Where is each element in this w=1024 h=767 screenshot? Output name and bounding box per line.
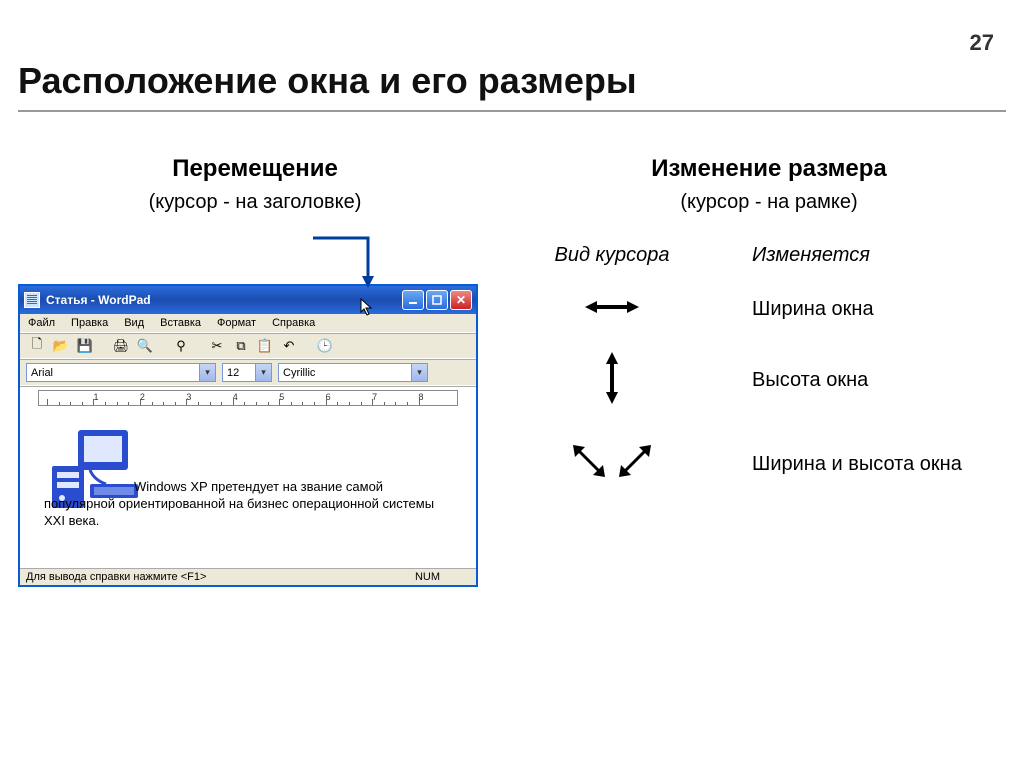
print-icon[interactable]: 🖨 [112,337,130,355]
wordpad-toolbar: 🗋 📂 💾 🖨 🔍 ⚲ ✂ ⧉ 📋 ↶ 🕒 [20,333,476,359]
wordpad-formatbar: Arial 12 Cyrillic [20,359,476,386]
size-select-value: 12 [227,367,239,379]
menu-insert[interactable]: Вставка [156,316,205,330]
cursor-row-height: Высота окна [532,352,1006,409]
find-icon[interactable]: ⚲ [172,337,190,355]
preview-icon[interactable]: 🔍 [136,337,154,355]
wordpad-title: Статья - WordPad [46,293,362,307]
cursor-label-height: Высота окна [752,369,868,392]
title-underline [18,110,1006,112]
arrow-annotation [310,236,380,291]
left-sub: (курсор - на заголовке) [18,191,492,214]
close-button[interactable]: ✕ [450,290,472,310]
wordpad-app-icon [24,292,40,308]
maximize-button[interactable] [426,290,448,310]
menu-file[interactable]: Файл [24,316,59,330]
menu-help[interactable]: Справка [268,316,319,330]
copy-icon[interactable]: ⧉ [232,337,250,355]
charset-select[interactable]: Cyrillic [278,363,428,382]
datetime-icon[interactable]: 🕒 [316,337,334,355]
cursor-table-header: Вид курсора Изменяется [532,244,1006,267]
save-icon[interactable]: 💾 [76,337,94,355]
right-sub: (курсор - на рамке) [532,191,1006,214]
wordpad-window: Статья - WordPad ✕ Файл Правка Вид Встав… [18,284,478,587]
wordpad-statusbar: Для вывода справки нажмите <F1> NUM [20,568,476,585]
page-number: 27 [970,30,994,56]
horizontal-resize-cursor-icon [585,297,639,317]
header-cursor: Вид курсора [532,244,692,267]
vertical-resize-cursor-icon [602,352,622,404]
left-heading: Перемещение [18,155,492,183]
size-select[interactable]: 12 [222,363,272,382]
wordpad-menubar: Файл Правка Вид Вставка Формат Справка [20,314,476,333]
cursor-row-both: Ширина и высота окна [532,439,1006,490]
diagonal-resize-cursor-icon [567,439,657,490]
cursor-label-both: Ширина и высота окна [752,453,962,476]
wordpad-ruler: 12345678 [20,386,476,408]
cursor-row-width: Ширина окна [532,297,1006,322]
page-title: Расположение окна и его размеры [18,60,637,102]
open-icon[interactable]: 📂 [52,337,70,355]
wordpad-titlebar[interactable]: Статья - WordPad ✕ [20,286,476,314]
header-changes: Изменяется [752,244,870,267]
menu-format[interactable]: Формат [213,316,260,330]
undo-icon[interactable]: ↶ [280,337,298,355]
new-icon[interactable]: 🗋 [28,337,46,355]
minimize-button[interactable] [402,290,424,310]
charset-select-value: Cyrillic [283,367,315,379]
font-select-value: Arial [31,367,53,379]
paste-icon[interactable]: 📋 [256,337,274,355]
right-column: Изменение размера (курсор - на рамке) Ви… [532,155,1006,587]
left-column: Перемещение (курсор - на заголовке) Стат… [18,155,492,587]
menu-edit[interactable]: Правка [67,316,112,330]
cut-icon[interactable]: ✂ [208,337,226,355]
status-help: Для вывода справки нажмите <F1> [26,571,206,583]
menu-view[interactable]: Вид [120,316,148,330]
right-heading: Изменение размера [532,155,1006,183]
cursor-label-width: Ширина окна [752,298,874,321]
status-num: NUM [415,571,440,583]
font-select[interactable]: Arial [26,363,216,382]
wordpad-document[interactable]: Windows XP претендует на звание самой по… [20,408,476,568]
